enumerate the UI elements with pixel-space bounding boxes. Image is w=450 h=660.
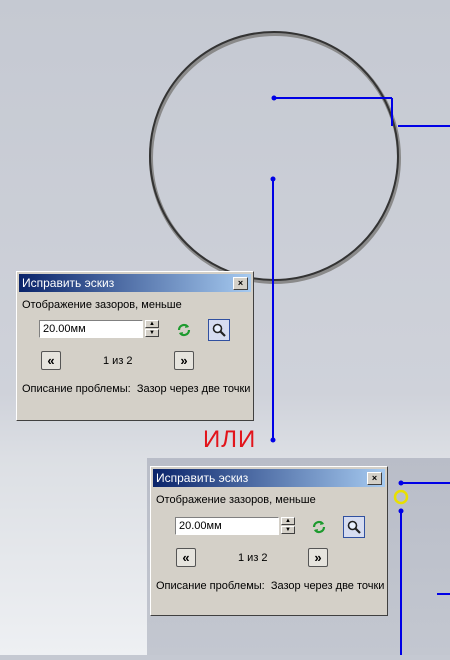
or-label: ИЛИ [203,426,257,453]
spin-down-button[interactable]: ▼ [145,329,159,337]
problem-text: Зазор через две точки [136,383,251,395]
magnifier-icon [347,520,361,534]
prev-button[interactable]: « [176,548,196,567]
repair-sketch-dialog: Исправить эскиз × Отображение зазоров, м… [16,271,254,421]
gap-display-label: Отображение зазоров, меньше [22,299,182,311]
dialog-title: Исправить эскиз [156,471,249,485]
sketch-point-top[interactable] [270,176,276,182]
close-icon: × [371,472,378,483]
spin-up-button[interactable]: ▲ [145,320,159,328]
sketch-point-lower[interactable] [398,508,404,514]
double-chevron-right-icon: » [180,353,188,368]
close-button[interactable]: × [367,471,382,485]
zoom-button[interactable] [343,516,365,538]
refresh-icon [312,520,326,534]
refresh-button[interactable] [308,516,330,538]
dialog-titlebar[interactable]: Исправить эскиз × [153,469,385,487]
spin-up-button[interactable]: ▲ [281,517,295,525]
double-chevron-left-icon: « [182,550,190,565]
refresh-icon [177,323,191,337]
dialog-titlebar[interactable]: Исправить эскиз × [19,274,251,292]
next-button[interactable]: » [174,351,194,370]
gap-value-input[interactable]: 20.00мм [175,517,279,535]
gap-value-input[interactable]: 20.00мм [39,320,143,338]
dialog-title: Исправить эскиз [22,276,115,290]
double-chevron-right-icon: » [314,550,322,565]
prev-button[interactable]: « [41,351,61,370]
close-button[interactable]: × [233,276,248,290]
double-chevron-left-icon: « [47,353,55,368]
gap-marker-icon[interactable] [393,489,409,505]
gap-value-spinner[interactable]: ▲ ▼ [145,320,159,338]
problem-description: Описание проблемы: Зазор через две точки [156,579,396,593]
problem-description: Описание проблемы: Зазор через две точки [22,382,262,396]
close-icon: × [237,277,244,288]
problem-label: Описание проблемы: [22,383,131,395]
repair-sketch-dialog-2: Исправить эскиз × Отображение зазоров, м… [150,466,388,616]
gap-value-spinner[interactable]: ▲ ▼ [281,517,295,535]
sketch-point-bottom[interactable] [270,437,276,443]
next-button[interactable]: » [308,548,328,567]
problem-text: Зазор через две точки [270,580,385,592]
sketch-point-stub[interactable] [398,480,404,486]
sketch-point-center[interactable] [271,95,277,101]
refresh-button[interactable] [173,319,195,341]
zoom-button[interactable] [208,319,230,341]
magnifier-icon [212,323,226,337]
page-indicator: 1 из 2 [103,355,133,367]
page-indicator: 1 из 2 [238,552,268,564]
problem-label: Описание проблемы: [156,580,265,592]
spin-down-button[interactable]: ▼ [281,526,295,534]
gap-display-label: Отображение зазоров, меньше [156,494,316,506]
